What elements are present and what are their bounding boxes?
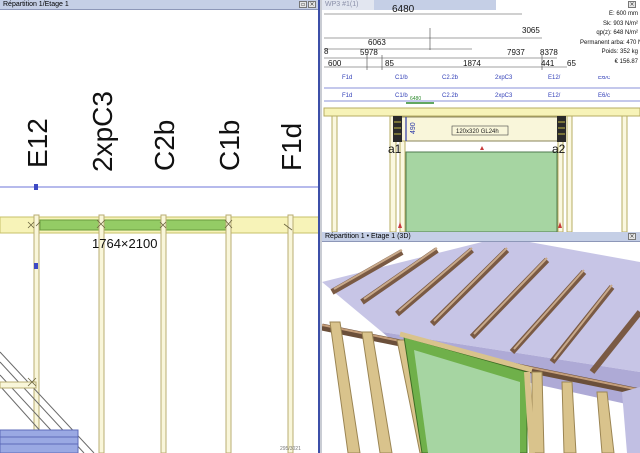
corner-note: 295/3021 [280,446,301,452]
blue-marker [34,184,38,190]
stud [33,214,40,453]
dim-7937: 7937 [507,48,525,57]
blue-marker [34,263,38,269]
svg-text:E12/: E12/ [548,93,561,99]
support-right [557,116,566,142]
stud [287,214,294,453]
elevation-view-pane[interactable]: WP3 #1(1) 6480 3065 6063 5978 7937 8378 … [322,0,640,232]
plan-view-title: Répartition 1/Etage 1 [3,1,69,8]
svg-text:F1d: F1d [342,75,352,81]
svg-text:C2.2b: C2.2b [442,75,459,81]
plan-drawing[interactable]: 1764×2100 295/3021 [0,10,320,453]
restore-button[interactable]: ▫ [299,1,307,8]
svg-text:2xpC3: 2xpC3 [495,93,513,99]
dim-8378: 8378 [540,48,558,57]
support-right-label: a2 [552,142,566,156]
dim-3065: 3065 [522,26,540,35]
svg-text:E6/c: E6/c [598,93,610,99]
svg-text:F1d: F1d [342,93,352,99]
stud-group [33,214,294,453]
dim-8: 8 [324,47,329,56]
elevation-close-button[interactable]: × [628,1,636,8]
opening-header [39,219,229,231]
wall-label-c2b: C2b [149,119,180,171]
plan-view-pane[interactable]: Répartition 1/Etage 1 ▫ × 1764×2100 295/… [0,0,320,453]
dim-600: 600 [328,59,342,68]
top-plate [323,107,640,117]
prop-weight: Poids: 352 kg [601,49,638,55]
svg-text:2xpC3: 2xpC3 [495,75,513,81]
height-mark: 490 [410,122,417,134]
properties-box: E: 600 mm Sk: 903 N/m² qp(z): 648 N/m² P… [580,10,640,76]
3d-view-title: Répartition 1 • Etage 1 (3D) [325,233,411,240]
prop-price: € 156.87 [614,58,638,65]
stud [225,214,232,453]
dim-65: 65 [567,59,576,68]
top-label-row: F1d C1/b C2.2b 2xpC3 E12/ E6/c F1d C1/b … [342,75,610,99]
3d-model-view[interactable] [322,242,640,453]
opening-size-label: 1764×2100 [92,236,157,251]
stud [160,214,167,453]
svg-text:C1/b: C1/b [395,75,408,81]
3d-close-button[interactable]: × [628,233,636,240]
3d-view-pane[interactable]: Répartition 1 • Etage 1 (3D) × [322,232,640,453]
prop-sk: Sk: 903 N/m² [602,20,638,27]
dim-total: 6480 [392,4,415,15]
support-left [393,116,402,142]
floor-block [0,429,79,453]
svg-text:E12/: E12/ [548,75,561,81]
wall-label-2xpc3: 2xpC3 [87,91,118,172]
red-marker [480,146,484,150]
prop-qp: qp(z): 648 N/m² [596,30,638,36]
dim-441: 441 [541,59,555,68]
dim-6063: 6063 [368,38,386,47]
dim-85: 85 [385,59,394,68]
wall-label-c1b: C1b [214,119,245,171]
3d-view-titlebar[interactable]: Répartition 1 • Etage 1 (3D) [322,232,640,242]
wall-label-f1d: F1d [276,122,307,171]
dim-5978: 5978 [360,48,378,57]
dimension-lines [324,13,567,70]
wall-label-e12: E12 [22,118,53,168]
dim-1874: 1874 [463,59,481,68]
load-value: 6480 [410,96,421,102]
prop-e: E: 600 mm [608,11,638,17]
support-left-label: a1 [388,142,402,156]
svg-text:C2.2b: C2.2b [442,93,459,99]
beam-section-label: 120x320 GL24h [456,129,499,135]
plan-view-titlebar[interactable]: Répartition 1/Etage 1 [0,0,318,10]
close-button[interactable]: × [308,1,316,8]
svg-text:C1/b: C1/b [395,93,408,99]
window-opening [405,151,558,232]
prop-permanent: Permanent arba: 470 N/m² [580,39,640,46]
roof-edge [622,387,640,453]
